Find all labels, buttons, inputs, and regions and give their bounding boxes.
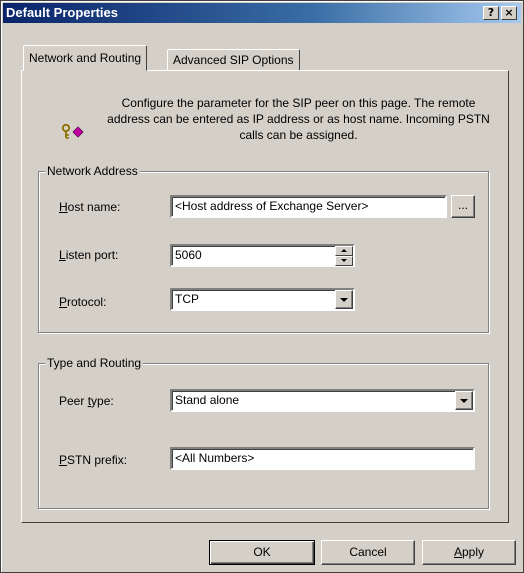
spin-up-icon[interactable] xyxy=(335,246,353,256)
network-address-legend: Network Address xyxy=(45,164,140,178)
window-title: Default Properties xyxy=(6,5,118,20)
info-text: Configure the parameter for the SIP peer… xyxy=(107,96,490,142)
peer-type-label: Peer type: xyxy=(59,394,114,408)
type-and-routing-legend: Type and Routing xyxy=(45,356,144,370)
pstn-prefix-label: PSTN prefix: xyxy=(59,453,128,467)
help-button[interactable]: ? xyxy=(483,6,499,20)
apply-button[interactable]: Apply xyxy=(422,540,516,565)
ok-button[interactable]: OK xyxy=(209,540,315,565)
key-icon xyxy=(61,123,84,139)
browse-button[interactable]: ... xyxy=(451,195,475,218)
pstn-prefix-field[interactable]: <All Numbers> xyxy=(170,447,475,470)
type-and-routing-group: Type and Routing xyxy=(38,356,489,509)
host-name-field[interactable]: <Host address of Exchange Server> xyxy=(170,195,447,218)
listen-port-stepper[interactable]: 5060 xyxy=(170,244,355,267)
tab-advanced-sip-options[interactable]: Advanced SIP Options xyxy=(167,49,300,71)
cancel-button[interactable]: Cancel xyxy=(321,540,415,565)
host-name-label: Host name: xyxy=(59,200,121,214)
spin-down-icon[interactable] xyxy=(335,256,353,266)
close-button[interactable]: × xyxy=(501,6,517,20)
peer-type-select[interactable]: Stand alone xyxy=(170,389,475,412)
protocol-label: Protocol: xyxy=(59,295,107,309)
listen-port-label: Listen port: xyxy=(59,248,119,262)
properties-dialog: Default Properties ? × Network and Routi… xyxy=(0,0,524,573)
protocol-dropdown-icon[interactable] xyxy=(335,290,353,309)
tab-network-and-routing[interactable]: Network and Routing xyxy=(23,45,148,71)
protocol-select[interactable]: TCP xyxy=(170,288,355,311)
peer-type-dropdown-icon[interactable] xyxy=(455,391,473,410)
title-bar[interactable]: Default Properties ? × xyxy=(3,3,521,23)
